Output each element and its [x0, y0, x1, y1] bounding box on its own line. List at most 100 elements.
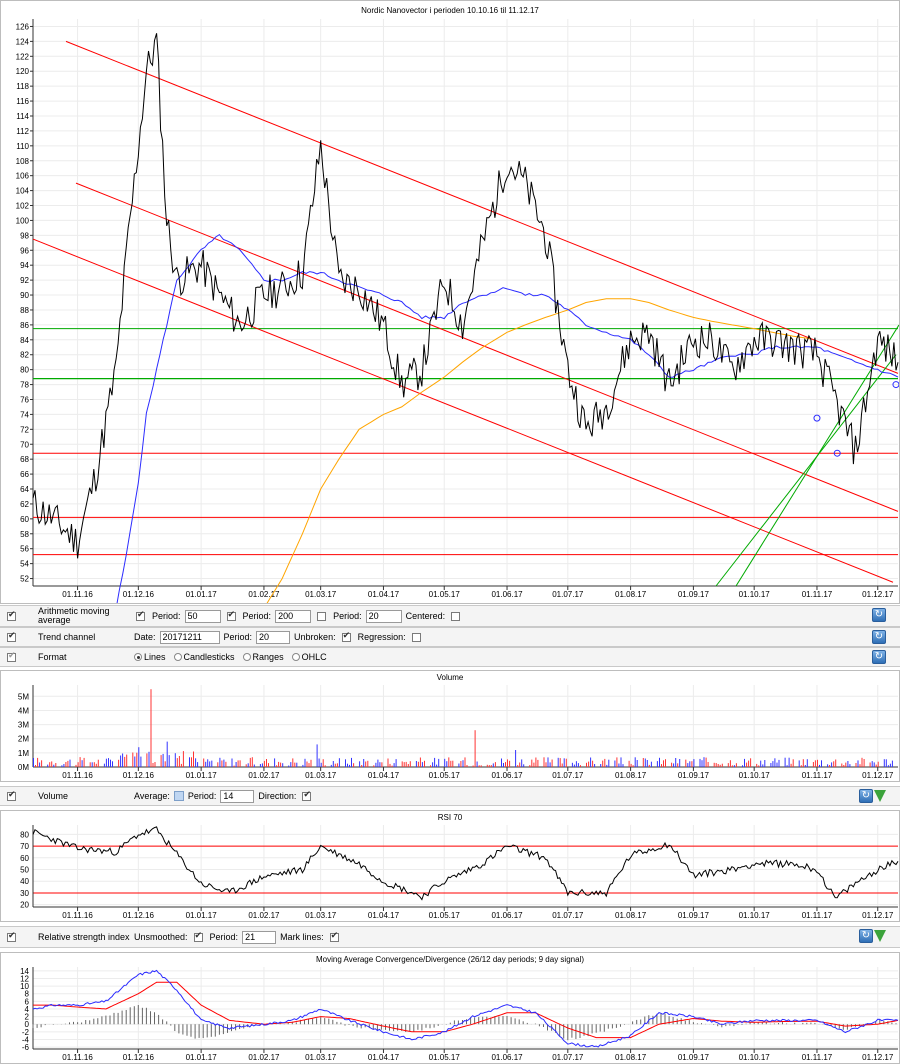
- format-option-lines[interactable]: Lines: [134, 652, 166, 662]
- volume-bar: [727, 763, 729, 767]
- volume-bar: [77, 762, 79, 767]
- volume-bar: [458, 763, 460, 767]
- volume-bar: [677, 763, 679, 767]
- volume-bar: [806, 759, 808, 767]
- volume-bar: [61, 765, 63, 767]
- x-tick-label: 01.08.17: [615, 771, 647, 780]
- volume-bar: [620, 757, 622, 767]
- x-tick-label: 01.06.17: [491, 590, 523, 599]
- ma-period1-input[interactable]: [184, 609, 221, 623]
- volume-bar: [203, 758, 205, 767]
- trend-channel-line: [65, 40, 899, 374]
- ma-centered-checkbox[interactable]: [451, 611, 461, 621]
- trend-enable-checkbox[interactable]: [7, 631, 16, 642]
- y-tick-label: 86: [20, 321, 29, 330]
- rsi-down-arrow-icon[interactable]: [874, 930, 886, 942]
- ma-period2-checkbox[interactable]: [226, 610, 236, 621]
- volume-bar: [395, 759, 397, 767]
- volume-bar: [211, 760, 213, 767]
- volume-enable-checkbox[interactable]: [7, 790, 16, 801]
- x-tick-label: 01.05.17: [429, 1053, 461, 1062]
- x-tick-label: 01.09.17: [678, 1053, 710, 1062]
- macd-chart: Moving Average Convergence/Divergence (2…: [20, 955, 899, 1062]
- volume-bar: [205, 761, 207, 767]
- y-tick-label: 14: [20, 967, 29, 976]
- trend-unbroken-checkbox[interactable]: [341, 631, 351, 642]
- trend-refresh-icon[interactable]: ↻: [872, 630, 886, 644]
- volume-bar: [105, 758, 107, 767]
- volume-bar: [689, 761, 691, 767]
- format-option-ohlc[interactable]: OHLC: [291, 652, 327, 662]
- ma-refresh-icon[interactable]: ↻: [872, 608, 886, 622]
- volume-bar: [424, 760, 425, 767]
- volume-period-input[interactable]: [220, 789, 255, 803]
- volume-bar: [505, 762, 506, 767]
- volume-bar: [389, 763, 391, 767]
- trend-channel-control: Trend channel Date: Period: Unbroken: Re…: [0, 627, 900, 647]
- volume-bar: [239, 760, 241, 767]
- format-enable-checkbox[interactable]: [7, 651, 16, 662]
- volume-bar: [877, 761, 879, 767]
- trend-date-input[interactable]: [159, 630, 220, 644]
- volume-bar: [577, 763, 579, 767]
- rsi-mark-checkbox[interactable]: [329, 931, 339, 942]
- volume-down-arrow-icon[interactable]: [874, 790, 886, 802]
- x-tick-label: 01.03.17: [305, 771, 337, 780]
- volume-bar: [630, 763, 632, 767]
- trend-label: Trend channel: [38, 631, 96, 642]
- volume-bar: [375, 762, 377, 767]
- volume-bar: [452, 760, 454, 767]
- volume-bar: [446, 761, 448, 767]
- volume-bar: [150, 689, 152, 767]
- volume-bar: [345, 759, 346, 767]
- x-tick-label: 01.03.17: [305, 1053, 337, 1062]
- y-tick-label: 96: [20, 246, 29, 255]
- y-tick-label: 126: [16, 22, 30, 31]
- volume-bar: [819, 764, 820, 767]
- y-tick-label: 64: [20, 485, 29, 494]
- volume-bar: [280, 762, 282, 767]
- volume-bar: [642, 758, 644, 767]
- ma-period3-checkbox[interactable]: [317, 611, 327, 621]
- rsi-period-input[interactable]: [242, 930, 277, 944]
- volume-bar: [263, 760, 265, 767]
- volume-bar: [829, 765, 831, 767]
- rsi-unsmoothed-checkbox[interactable]: [193, 931, 203, 942]
- x-tick-label: 01.09.17: [678, 911, 710, 920]
- trend-period-input[interactable]: [256, 630, 291, 644]
- rsi-refresh-icon[interactable]: ↻: [859, 929, 873, 943]
- price-chart-panel: Nordic Nanovector i perioden 10.10.16 ti…: [0, 0, 900, 604]
- trend-regression-checkbox[interactable]: [411, 632, 421, 642]
- volume-refresh-icon[interactable]: ↻: [859, 789, 873, 803]
- ma-period1-checkbox[interactable]: [136, 610, 145, 621]
- format-option-candlesticks[interactable]: Candlesticks: [173, 652, 235, 662]
- volume-bar: [132, 752, 134, 767]
- volume-bar: [614, 760, 616, 767]
- volume-bar: [290, 762, 292, 767]
- y-tick-label: 102: [16, 202, 30, 211]
- y-tick-label: 66: [20, 470, 29, 479]
- volume-direction-checkbox[interactable]: [302, 790, 312, 801]
- volume-bar: [827, 764, 829, 767]
- volume-bar: [434, 757, 436, 767]
- format-option-ranges[interactable]: Ranges: [242, 652, 284, 662]
- ma-period3-input[interactable]: [365, 609, 402, 623]
- y-tick-label: 88: [20, 306, 29, 315]
- x-tick-label: 01.09.17: [678, 771, 710, 780]
- rsi-enable-checkbox[interactable]: [7, 931, 16, 942]
- format-refresh-icon[interactable]: ↻: [872, 650, 886, 664]
- x-tick-label: 01.07.17: [552, 771, 584, 780]
- volume-bar: [207, 759, 209, 767]
- ma-period2-input[interactable]: [275, 609, 312, 623]
- volume-bar: [268, 763, 269, 767]
- volume-bar: [302, 764, 304, 767]
- x-tick-label: 01.02.17: [248, 590, 280, 599]
- volume-average-toggle[interactable]: [173, 791, 184, 801]
- volume-bar: [351, 757, 352, 767]
- volume-bar: [49, 762, 51, 767]
- volume-bar: [849, 764, 851, 767]
- ma-enable-checkbox[interactable]: [7, 610, 16, 621]
- x-tick-label: 01.12.17: [862, 911, 894, 920]
- x-tick-label: 01.10.17: [739, 771, 771, 780]
- volume-bar: [276, 765, 278, 767]
